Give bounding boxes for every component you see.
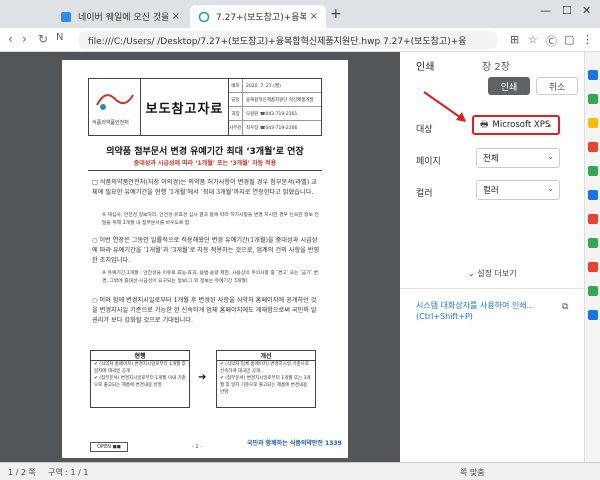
meta-row: 사무관 최우장 ☎043-719-2306 xyxy=(229,121,321,135)
improve-box: 개선 ✔ (식약처·업체 홈페이지) 변경지시일 기준으로 신속하게 대국민 공… xyxy=(216,350,316,408)
ministry-logo xyxy=(95,87,135,116)
sheet-count: 장 2장 xyxy=(482,62,510,73)
naver-icon[interactable]: N xyxy=(56,32,63,43)
close-icon[interactable]: × xyxy=(310,11,318,22)
print-button[interactable]: 인쇄 xyxy=(488,77,530,95)
logo-org: 식품의약품안전처 xyxy=(92,120,129,126)
printer-icon: 🖶 xyxy=(480,120,489,130)
chevron-down-icon: ⌄ xyxy=(546,120,553,129)
meta-row: 과장 오원원 ☎043-719-2301 xyxy=(229,107,321,121)
side-icon[interactable] xyxy=(588,142,598,152)
url-text: file:///C:/Users/ /Desktop/7.27+(보도참고)+융… xyxy=(88,36,467,47)
arrow-right-icon: ➔ xyxy=(198,372,207,383)
cancel-button[interactable]: 취소 xyxy=(536,77,578,95)
tab-strip: 네이버 웨일에 오신 것을 환영합니다 × 7.27+(보도참고)+융복합혁신제… xyxy=(0,0,600,28)
preview-page: 식품의약품안전처 보도참고자료 배포 2020. 7. 27.(월) 담당 융복합혁… xyxy=(62,60,348,458)
side-icon[interactable] xyxy=(588,118,598,128)
forward-icon[interactable]: › xyxy=(22,32,27,46)
paragraph: ○ 이와 함께 변경지시일로부터 1개월 후 변경된 사항을 식약처 홈페이지에… xyxy=(92,297,317,324)
logo-cell: 식품의약품안전처 xyxy=(89,79,141,135)
improve-line: ✔ (첨부문서) 변경지시일로부터 1개월 또는 3개월 후 일자 기준으로 출… xyxy=(220,376,311,395)
divider xyxy=(88,170,322,171)
whale-icon xyxy=(60,11,72,23)
side-icon[interactable] xyxy=(588,238,598,248)
press-type-title: 보도참고자료 xyxy=(145,101,224,117)
comparison-table: 현행 ✔ (식약처 홈페이지) 변경지시일로부터 1개월 후 일자에 대국민 공… xyxy=(90,350,320,410)
loading-icon xyxy=(198,11,210,23)
address-toolbar: ‹ › ↻ N file:///C:/Users/ /Desktop/7.27+… xyxy=(0,28,600,52)
back-icon[interactable]: ‹ xyxy=(8,32,13,46)
meta-row: 배포 2020. 7. 27.(월) xyxy=(229,79,321,93)
improve-line: ✔ (식약처·업체 홈페이지) 변경지시일 기준으로 신속하게 대국민 공개 xyxy=(220,362,309,374)
star-icon[interactable]: ☆ xyxy=(528,33,538,46)
tab-document[interactable]: 7.27+(보도참고)+융복합혁신제품 × xyxy=(190,5,326,28)
status-bar: 1 / 2 쪽 구역 : 1 / 1 쪽 맞춤 xyxy=(0,462,600,480)
color-select[interactable]: 컬러 ⌄ xyxy=(476,180,560,200)
section-indicator: 구역 : 1 / 1 xyxy=(48,468,89,477)
chevron-down-icon: ⌄ xyxy=(468,269,478,278)
open-license-badge: OPEN ◼◼ xyxy=(90,442,128,452)
close-icon[interactable]: × xyxy=(172,11,180,22)
grid-icon[interactable]: ⊞ xyxy=(510,33,519,46)
system-dialog-link[interactable]: 시스템 대화상자를 사용하여 인쇄... (Ctrl+Shift+P) xyxy=(416,300,556,322)
divider xyxy=(400,288,584,289)
side-strip xyxy=(584,52,600,462)
press-meta: 배포 2020. 7. 27.(월) 담당 융복합혁신제품지원단 혁신제품개발 과장… xyxy=(229,79,321,135)
note: ※ 유예기간 1개월 : 안전성을 이유로 효능·효과, 용법·용량 제한, 사… xyxy=(102,271,318,284)
document-title: 의약품 첨부문서 변경 유예기간 최대 ‘3개월’로 연장 xyxy=(106,147,304,157)
side-icon[interactable] xyxy=(588,214,598,224)
new-tab-button[interactable]: + xyxy=(330,6,342,22)
more-settings-toggle[interactable]: ⌄ 설정 더보기 xyxy=(468,268,517,279)
page-number: - 1 - xyxy=(192,444,202,450)
paragraph: □ 식품의약품안전처(처장 이의경)는 의약품 허가사항이 변경될 경우 첨부문… xyxy=(92,179,317,196)
side-icon[interactable] xyxy=(588,286,598,296)
close-window-button[interactable]: ✕ xyxy=(582,4,591,17)
tab-title: 7.27+(보도참고)+융복합혁신제품 xyxy=(216,13,306,23)
current-box: 현행 ✔ (식약처 홈페이지) 변경지시일로부터 1개월 후 일자에 대국민 공… xyxy=(90,350,190,408)
tab-welcome[interactable]: 네이버 웨일에 오신 것을 환영합니다 × xyxy=(52,5,188,28)
destination-select[interactable]: 🖶 Microsoft XPS ⌄ xyxy=(472,115,560,135)
color-label: 컬러 xyxy=(416,189,433,199)
side-icon[interactable] xyxy=(588,310,598,320)
side-icon[interactable] xyxy=(588,190,598,200)
current-line: ✔ (식약처 홈페이지) 변경지시일로부터 1개월 후 일자에 대국민 공개 xyxy=(94,362,186,374)
press-header-table: 식품의약품안전처 보도참고자료 배포 2020. 7. 27.(월) 담당 융복합혁… xyxy=(88,78,322,136)
paragraph: ○ 이번 연장은 그동안 일률적으로 적용해왔던 변경 유예기간(1개월)을 중… xyxy=(92,237,320,264)
note: ※ 재심사, 안전성 정보처리, 안전성·유효성 심사 결과 등에 따라 허가사… xyxy=(102,213,319,226)
pages-select[interactable]: 전체 ⌄ xyxy=(476,148,560,168)
current-line: ✔ (첨부문서) 변경지시일로부터 1개월 이내 기준으로 출고되는 제품에 변… xyxy=(94,376,186,388)
footer-logos: 국민과 함께하는 식품의약안전 1339 xyxy=(247,440,342,447)
side-icon[interactable] xyxy=(588,70,598,80)
screenshot-icon[interactable]: ▢ xyxy=(564,33,574,46)
url-field[interactable]: file:///C:/Users/ /Desktop/7.27+(보도참고)+융… xyxy=(78,31,498,49)
page-indicator: 1 / 2 쪽 xyxy=(8,468,36,477)
external-link-icon[interactable]: ⧉ xyxy=(562,302,568,312)
side-icon[interactable] xyxy=(588,262,598,272)
tab-title: 네이버 웨일에 오신 것을 환영합니다 xyxy=(78,13,168,23)
side-icon[interactable] xyxy=(588,166,598,176)
minimize-button[interactable]: — xyxy=(540,4,551,17)
reload-icon[interactable]: ↻ xyxy=(38,32,48,46)
chevron-down-icon: ⌄ xyxy=(547,152,554,161)
pages-label: 페이지 xyxy=(416,157,441,167)
maximize-button[interactable]: ☐ xyxy=(562,4,572,17)
translate-icon[interactable]: Ⓒ xyxy=(546,33,557,49)
annotation-arrow-icon xyxy=(423,91,466,122)
meta-row: 담당 융복합혁신제품지원단 혁신제품개발 xyxy=(229,93,321,107)
fit-button[interactable]: 쪽 맞춤 xyxy=(460,467,485,478)
improve-head: 개선 xyxy=(217,351,315,361)
current-head: 현행 xyxy=(91,351,189,361)
document-subtitle: 중대성과 시급성에 따라 ‘1개월’ 또는 ‘3개월’ 차등 적용 xyxy=(133,160,277,167)
menu-icon[interactable]: ⋮ xyxy=(582,33,593,46)
chevron-down-icon: ⌄ xyxy=(547,184,554,193)
print-preview: 식품의약품안전처 보도참고자료 배포 2020. 7. 27.(월) 담당 융복합혁… xyxy=(0,52,400,462)
pages-value: 전체 xyxy=(483,154,499,164)
destination-value: Microsoft XPS xyxy=(492,120,551,130)
color-value: 컬러 xyxy=(483,186,499,196)
side-icon[interactable] xyxy=(588,94,598,104)
print-title: 인쇄 xyxy=(416,62,435,73)
press-title-cell: 보도참고자료 xyxy=(141,79,229,135)
